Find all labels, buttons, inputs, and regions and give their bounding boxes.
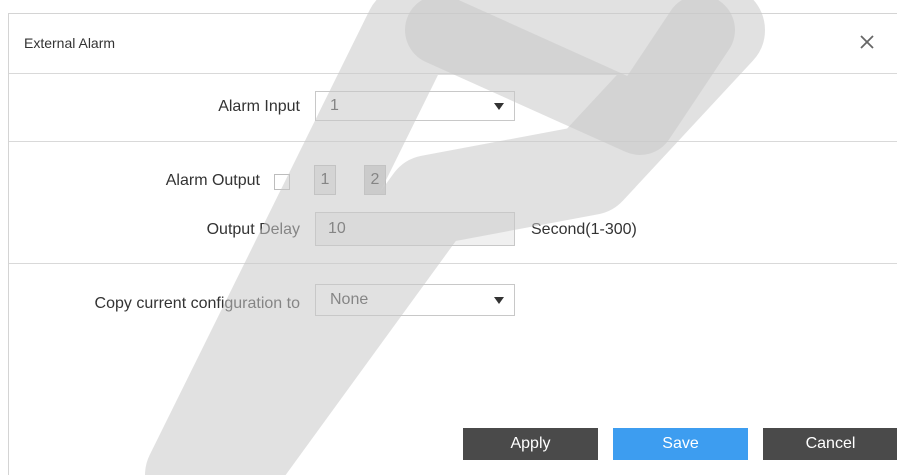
chevron-down-icon <box>494 103 504 110</box>
alarm-input-value: 1 <box>330 97 339 114</box>
dialog-header: External Alarm <box>9 14 897 74</box>
alarm-input-select[interactable]: 1 <box>315 91 515 121</box>
dialog-title: External Alarm <box>24 35 116 51</box>
copy-config-select[interactable]: None <box>315 284 515 316</box>
alarm-output-channel-2[interactable]: 2 <box>364 165 386 195</box>
alarm-output-checkbox[interactable] <box>274 174 290 190</box>
copy-config-label: Copy current configuration to <box>94 295 300 312</box>
save-button[interactable]: Save <box>613 428 748 460</box>
output-delay-label: Output Delay <box>206 221 300 238</box>
apply-button[interactable]: Apply <box>463 428 598 460</box>
divider <box>9 141 897 142</box>
chevron-down-icon <box>494 297 504 304</box>
close-icon[interactable] <box>857 32 877 52</box>
divider <box>9 263 897 264</box>
alarm-output-label: Alarm Output <box>165 172 260 189</box>
external-alarm-dialog: External Alarm Alarm Input 1 Alarm Outpu… <box>8 13 897 475</box>
cancel-button[interactable]: Cancel <box>763 428 897 460</box>
alarm-input-label: Alarm Input <box>218 98 300 115</box>
alarm-output-channel-1[interactable]: 1 <box>314 165 336 195</box>
copy-config-value: None <box>330 291 369 308</box>
output-delay-input[interactable]: 10 <box>315 212 515 246</box>
output-delay-unit: Second(1-300) <box>531 221 637 238</box>
